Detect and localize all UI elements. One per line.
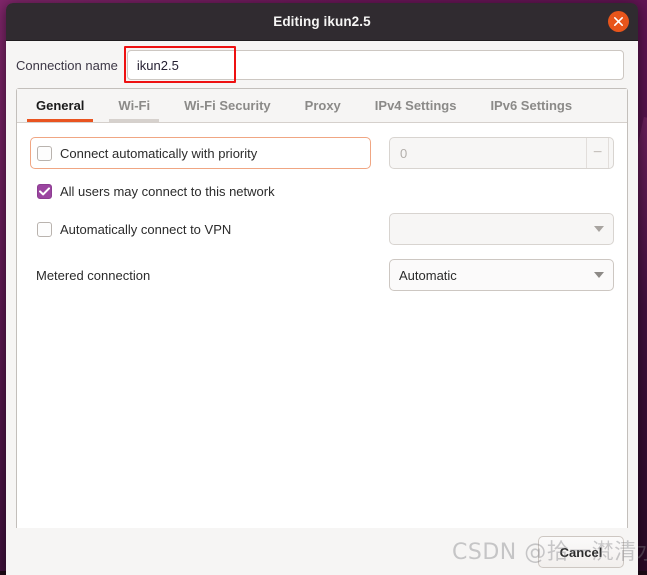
connect-automatically-checkbox[interactable] [37, 146, 52, 161]
connect-automatically-row: Connect automatically with priority − + [30, 137, 614, 169]
auto-vpn-checkbox[interactable] [37, 222, 52, 237]
tab-page-general: Connect automatically with priority − + [17, 123, 627, 563]
metered-connection-label: Metered connection [30, 268, 371, 283]
chevron-down-icon [594, 226, 604, 232]
tab-wifi-security[interactable]: Wi-Fi Security [167, 89, 288, 122]
priority-spinner[interactable]: − + [389, 137, 614, 169]
tab-proxy[interactable]: Proxy [288, 89, 358, 122]
metered-select-value: Automatic [399, 268, 594, 283]
priority-spinner-wrap: − + [389, 137, 614, 169]
editing-connection-window: Editing ikun2.5 Connection name General … [6, 3, 638, 575]
chevron-down-icon [594, 272, 604, 278]
all-users-row: All users may connect to this network [30, 175, 614, 207]
vpn-select[interactable] [389, 213, 614, 245]
auto-vpn-row: Automatically connect to VPN [30, 213, 614, 245]
connection-name-row: Connection name [6, 41, 638, 88]
vpn-combo-wrap [389, 213, 614, 245]
tab-general[interactable]: General [19, 89, 101, 122]
connect-automatically-label: Connect automatically with priority [52, 146, 257, 161]
metered-combo-wrap: Automatic [389, 259, 614, 291]
tab-bar: General Wi-Fi Wi-Fi Security Proxy IPv4 … [17, 89, 627, 123]
tab-ipv6-settings[interactable]: IPv6 Settings [473, 89, 589, 122]
close-window-button[interactable] [608, 11, 629, 32]
auto-vpn-label: Automatically connect to VPN [52, 222, 231, 237]
connection-name-label: Connection name [16, 58, 127, 73]
window-body: Connection name General Wi-Fi Wi-Fi Secu… [6, 41, 638, 575]
auto-vpn-checkbox-area[interactable]: Automatically connect to VPN [30, 213, 371, 245]
window-title: Editing ikun2.5 [273, 14, 371, 29]
settings-notebook: General Wi-Fi Wi-Fi Security Proxy IPv4 … [16, 88, 628, 564]
metered-connection-row: Metered connection Automatic [30, 259, 614, 291]
priority-decrement-button[interactable]: − [586, 138, 608, 168]
dialog-footer: Cancel [6, 528, 638, 575]
close-icon [613, 16, 624, 27]
tab-ipv4-settings[interactable]: IPv4 Settings [358, 89, 474, 122]
cancel-button[interactable]: Cancel [538, 536, 624, 568]
connect-automatically-checkbox-area[interactable]: Connect automatically with priority [30, 137, 371, 169]
check-icon [39, 187, 50, 196]
connection-name-input[interactable] [127, 50, 624, 80]
all-users-checkbox-area[interactable]: All users may connect to this network [30, 175, 404, 207]
priority-increment-button[interactable]: + [608, 138, 614, 168]
tab-wifi[interactable]: Wi-Fi [101, 89, 167, 122]
all-users-checkbox[interactable] [37, 184, 52, 199]
priority-value-input[interactable] [390, 138, 586, 168]
metered-select[interactable]: Automatic [389, 259, 614, 291]
window-titlebar: Editing ikun2.5 [6, 3, 638, 41]
all-users-label: All users may connect to this network [52, 184, 275, 199]
connection-name-input-wrap [127, 50, 624, 80]
